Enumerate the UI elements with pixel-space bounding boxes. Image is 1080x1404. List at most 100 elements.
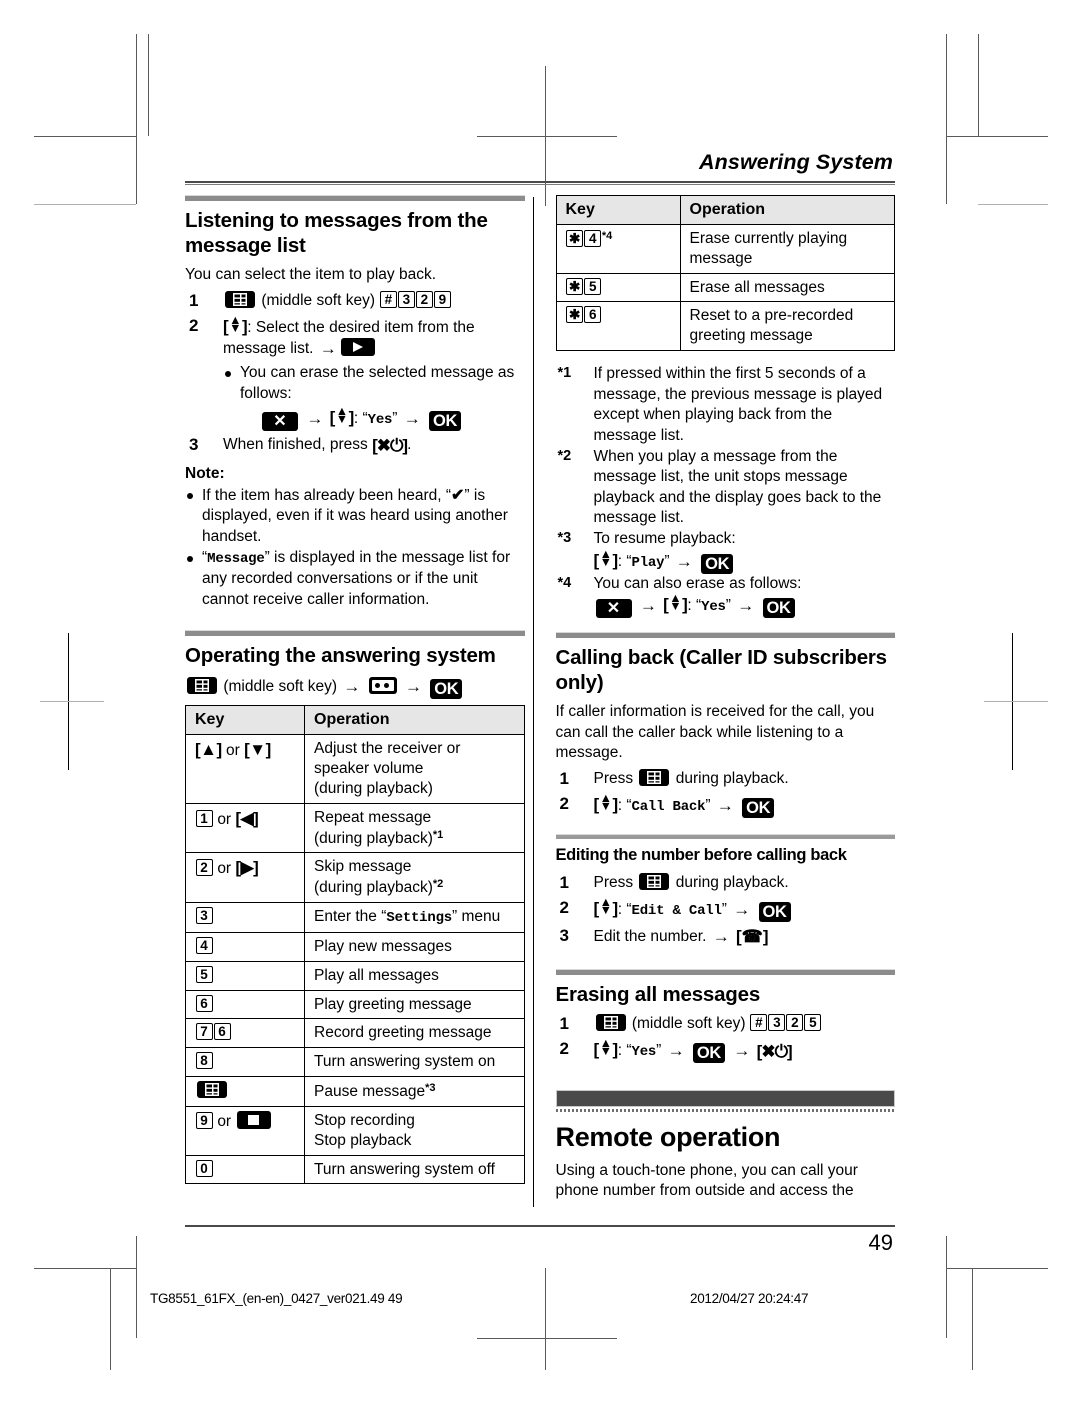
step-number: 1	[559, 1013, 569, 1033]
footnote-text: To resume playback:	[593, 530, 736, 548]
note-item: “Message” is displayed in the message li…	[185, 548, 525, 610]
key-hash-icon: #	[379, 290, 397, 308]
footnote-sequence: ✕ → [▲ ▼]: “Yes” → OK	[594, 592, 896, 619]
middle-soft-key-label: (middle soft key)	[261, 291, 376, 309]
step-prefix: Press	[593, 873, 634, 891]
play-option-label: Play	[631, 554, 665, 571]
right-key-icon: [▶]	[235, 858, 259, 878]
operation-cell: Repeat message (during playback)*1	[304, 802, 525, 854]
operating-access-sequence: (middle soft key) → → OK	[185, 675, 525, 700]
arrow-icon: →	[404, 677, 422, 697]
arrow-icon: →	[319, 339, 337, 359]
key-cell: 4	[185, 931, 305, 962]
erase-key-icon: ✕	[595, 599, 632, 619]
imprint-left: TG8551_61FX_(en-en)_0427_ver021.49 49	[150, 1291, 403, 1306]
header-rule-thin	[185, 184, 895, 185]
middle-soft-key-label: (middle soft key)	[631, 1014, 746, 1032]
chapter-bar-dots	[555, 1108, 896, 1112]
table-row: 0 Turn answering system off	[185, 1154, 525, 1185]
power-off-key-icon: [✖⏻]	[756, 1041, 793, 1061]
arrow-icon: →	[343, 677, 361, 697]
table-header-row: Key Operation	[185, 705, 525, 736]
table-row: 5 Play all messages	[185, 960, 525, 991]
navigator-key-icon: [▲ ▼]	[593, 546, 619, 570]
key-6-icon: 6	[195, 994, 213, 1012]
key-cell: 76	[185, 1018, 305, 1049]
play-key-icon	[340, 338, 375, 357]
key-cell: 5	[185, 960, 305, 991]
key-0-icon: 0	[195, 1159, 213, 1177]
bullet-text: You can erase the selected message as fo…	[240, 364, 515, 403]
heading-listening-to-messages: Listening to messages from the message l…	[185, 209, 488, 257]
key-cell: 9 or	[185, 1105, 305, 1156]
footnote-mark: *2	[557, 447, 572, 464]
section-bar-listening	[185, 195, 525, 201]
middle-soft-key-icon	[187, 677, 217, 695]
operation-cell: Skip message (during playback)*2	[304, 852, 525, 904]
table-row: 9 or Stop recording Stop playback	[185, 1105, 525, 1156]
message-label: Message	[207, 551, 265, 568]
footnote-ref: *3	[425, 1082, 436, 1095]
navigator-key-icon: [▲ ▼]	[593, 1035, 619, 1059]
ok-key-icon: OK	[692, 1042, 726, 1063]
footnote-mark: *3	[557, 530, 572, 547]
step-number: 3	[189, 434, 199, 454]
navigator-key-icon: [▲ ▼]	[329, 403, 355, 427]
table-row: 8 Turn answering system on	[185, 1047, 525, 1078]
arrow-icon: →	[737, 596, 755, 616]
step-2: 2 [▲ ▼]: “Yes” → OK → [✖⏻]	[559, 1035, 793, 1063]
footnote-text: You can also erase as follows:	[593, 574, 802, 592]
navigator-key-icon: [▲ ▼]	[223, 312, 248, 336]
column-header-key: Key	[185, 705, 305, 736]
arrow-icon: →	[733, 899, 751, 919]
chapter-bar	[555, 1089, 896, 1107]
note-label: Note:	[185, 464, 225, 482]
step-number: 1	[189, 290, 199, 310]
chapter-intro: Using a touch-tone phone, you can call y…	[555, 1161, 858, 1200]
footnote-item: *3 To resume playback: [▲ ▼]: “Play” → OK	[556, 529, 896, 574]
arrow-icon: →	[712, 926, 730, 946]
ok-key-icon: OK	[762, 598, 795, 619]
table-row: [▲] or [▼] Adjust the receiver or speake…	[185, 734, 525, 804]
note-item: If the item has already been heard, “✔” …	[185, 485, 525, 548]
arrow-icon: →	[306, 408, 324, 428]
arrow-icon: →	[403, 408, 421, 428]
key-1-icon: 1	[195, 809, 213, 827]
middle-soft-key-icon	[639, 769, 670, 787]
footnote-mark: *1	[557, 365, 572, 382]
bullet-erase-selected: You can erase the selected message as fo…	[223, 363, 525, 431]
erase-key-icon: ✕	[262, 411, 298, 431]
footnote-ref: *2	[432, 878, 444, 891]
section-bar-operating	[185, 630, 525, 637]
header-rule	[185, 181, 895, 183]
arrow-icon: →	[667, 1040, 685, 1060]
table-row: 3 Enter the “Settings” menu	[185, 902, 525, 933]
footnote-item: *4 You can also erase as follows: ✕ → [▲…	[556, 574, 896, 619]
key-cell: ✱ 6	[555, 301, 681, 352]
step-number: 2	[559, 793, 569, 813]
key-5-icon: 5	[804, 1013, 822, 1031]
section-editing-wrap: Editing the number before calling back 1…	[555, 833, 896, 949]
chapter-title: Remote operation	[555, 1121, 781, 1152]
or-label: or	[217, 860, 232, 878]
step-3: 3 Edit the number. → [☎]	[556, 926, 896, 949]
settings-menu-label: Settings	[386, 910, 452, 927]
running-head: Answering System	[699, 150, 893, 174]
key-cell: ✱ 5	[555, 272, 681, 303]
op-text: Pause message	[314, 1083, 426, 1101]
key-4-icon: 4	[584, 230, 602, 247]
operation-cell: Pause message*3	[304, 1076, 525, 1107]
navigator-key-icon: [▲ ▼]	[593, 894, 619, 918]
op-prefix: Enter the “	[314, 908, 387, 926]
key-hash-icon: #	[750, 1013, 768, 1031]
section-calling-back-wrap: Calling back (Caller ID subscribers only…	[555, 632, 896, 818]
key-star-icon: ✱	[566, 277, 584, 295]
step-1: 1 Press during playback.	[556, 872, 896, 894]
step-3: 3 When finished, press [✖⏻].	[185, 435, 525, 458]
operating-key-table: Key Operation [▲] or [▼] Adjust the rece…	[185, 705, 525, 1185]
key-cell: 1 or [◀]	[185, 802, 305, 854]
table-row: 2 or [▶] Skip message (during playback)*2	[185, 852, 525, 904]
imprint-right: 2012/04/27 20:24:47	[690, 1291, 809, 1306]
key-6-icon: 6	[584, 306, 602, 324]
yes-option-label: Yes	[631, 1043, 657, 1060]
